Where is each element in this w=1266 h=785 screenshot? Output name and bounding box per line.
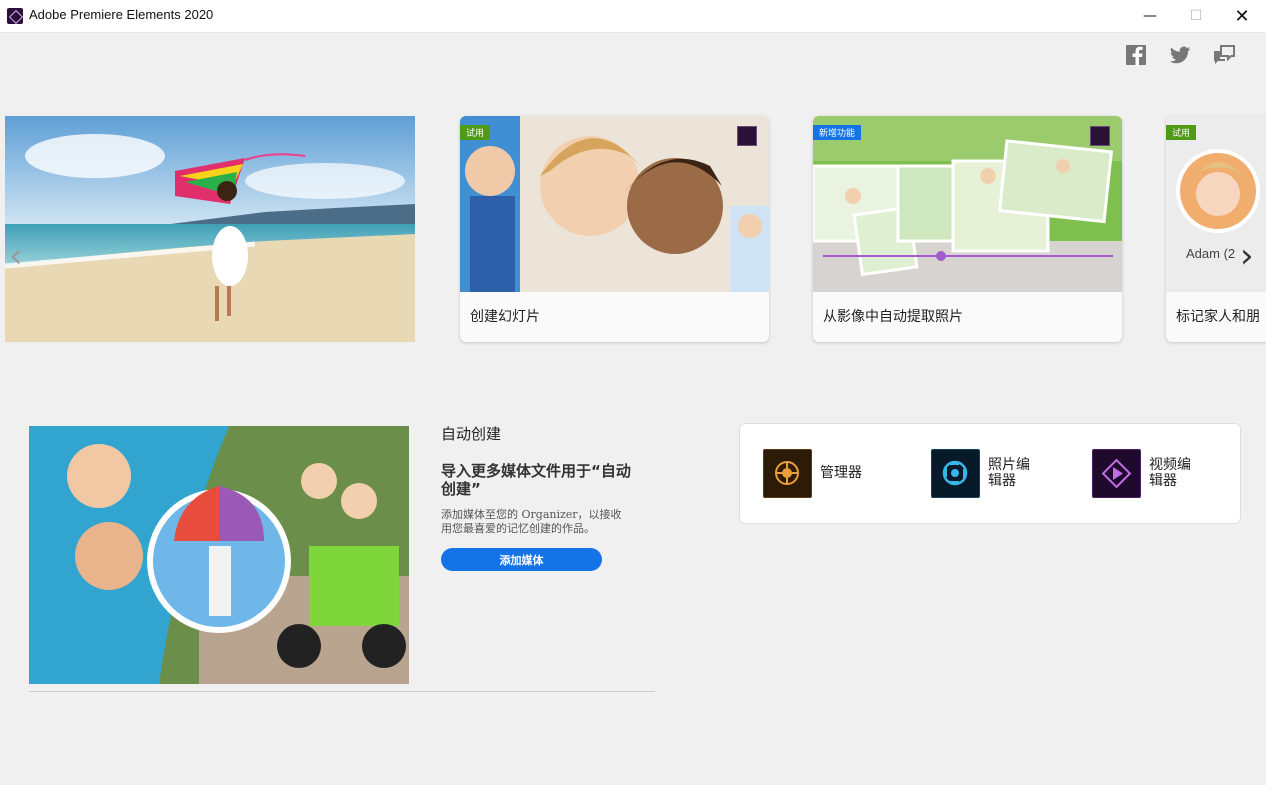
- card-create-slideshow[interactable]: 试用 创建幻灯片: [460, 116, 769, 342]
- carousel-prev-arrow[interactable]: ‹: [9, 236, 23, 276]
- premiere-elements-app-icon: [737, 126, 757, 146]
- facebook-icon[interactable]: [1124, 43, 1148, 67]
- face-tag-caption: Adam (2: [1186, 246, 1236, 261]
- photo-editor-label: 照片编辑器: [988, 457, 1030, 489]
- window-title: Adobe Premiere Elements 2020: [29, 7, 214, 22]
- photo-editor-icon: [931, 448, 980, 498]
- card-tag-family-friends[interactable]: Adam (2 试用 标记家人和朋: [1166, 116, 1266, 342]
- maximize-button[interactable]: ☐: [1173, 0, 1219, 32]
- carousel-next-arrow[interactable]: ›: [1240, 236, 1254, 276]
- organizer-label: 管理器: [820, 465, 862, 481]
- feedback-icon[interactable]: [1212, 43, 1236, 67]
- add-media-button[interactable]: 添加媒体: [441, 548, 602, 571]
- trial-badge: 试用: [460, 125, 491, 140]
- slideshow-thumbnail: [460, 116, 769, 292]
- card-label: 标记家人和朋: [1176, 309, 1260, 325]
- launch-photo-editor[interactable]: 照片编辑器: [931, 448, 1038, 498]
- extract-photos-thumbnail: [813, 116, 1122, 292]
- trial-badge: 试用: [1166, 125, 1197, 140]
- auto-create-title: 导入更多媒体文件用于“自动创建”: [441, 462, 631, 498]
- close-button[interactable]: ✕: [1219, 0, 1265, 32]
- auto-create-heading: 自动创建: [441, 425, 502, 443]
- auto-create-preview-image: [29, 426, 409, 684]
- card-label: 从影像中自动提取照片: [823, 309, 963, 325]
- auto-create-description: 添加媒体至您的 Organizer，以接收用您最喜爱的记忆创建的作品。: [441, 508, 622, 535]
- video-editor-icon: [1092, 448, 1141, 498]
- twitter-icon[interactable]: [1168, 43, 1192, 67]
- launch-organizer[interactable]: 管理器: [763, 448, 870, 498]
- title-bar: Adobe Premiere Elements 2020 — ☐ ✕: [0, 0, 1266, 33]
- new-feature-badge: 新增功能: [813, 125, 862, 140]
- premiere-elements-logo-icon: [7, 8, 23, 24]
- launch-video-editor[interactable]: 视频编辑器: [1092, 448, 1199, 498]
- hero-banner-image[interactable]: [5, 116, 415, 342]
- video-editor-label: 视频编辑器: [1149, 457, 1191, 489]
- feature-carousel: 试用 创建幻灯片 新增功能 从影像中自动提取照片 Adam (2 试用 标记家人…: [0, 116, 1266, 342]
- app-launcher-panel: 管理器 照片编辑器 视频编辑器: [739, 423, 1241, 524]
- premiere-elements-app-icon: [1090, 126, 1110, 146]
- card-label: 创建幻灯片: [470, 309, 540, 325]
- minimize-button[interactable]: —: [1127, 0, 1173, 32]
- card-auto-extract-photos[interactable]: 新增功能 从影像中自动提取照片: [813, 116, 1122, 342]
- section-divider: [29, 691, 655, 692]
- organizer-icon: [763, 448, 812, 498]
